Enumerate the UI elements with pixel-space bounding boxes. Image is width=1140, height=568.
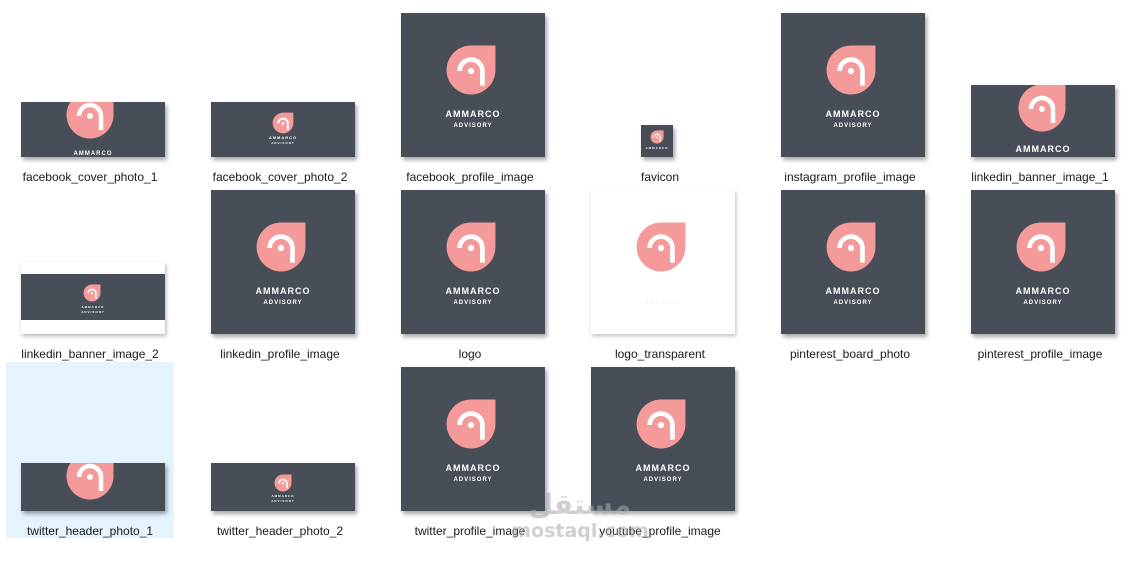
brand-tagline: ADVISORY (833, 300, 873, 306)
brand-name: AMMARCO (268, 135, 298, 140)
file-name: instagram_profile_image (784, 170, 916, 184)
file-thumbnail: ADVISORY (591, 190, 735, 334)
ammarco-logo-icon (272, 112, 294, 134)
file-name: pinterest_profile_image (977, 347, 1103, 361)
file-item[interactable]: AMMARCO favicon (576, 8, 744, 184)
file-thumbnail: AMMARCO (641, 125, 673, 157)
file-item[interactable]: AMMARCO ADVISORY linkedin_profile_image (196, 185, 364, 361)
ammarco-logo-icon (274, 474, 292, 492)
brand-name: AMMARCO (1015, 286, 1071, 296)
file-name: linkedin_profile_image (220, 347, 340, 361)
file-name: logo_transparent (614, 347, 706, 361)
file-item[interactable]: AMMARCO ADVISORY pinterest_board_photo (766, 185, 934, 361)
ammarco-logo-icon (65, 102, 115, 140)
watermark-latin: mostaql.com (511, 520, 649, 542)
file-item[interactable]: AMMARCO linkedin_banner_image_1 (956, 8, 1124, 184)
file-name: facebook_cover_photo_2 (212, 170, 348, 184)
ammarco-logo-icon (83, 284, 101, 302)
file-thumbnail: AMMARCO (971, 85, 1115, 157)
file-thumbnail (21, 463, 165, 511)
ammarco-logo-icon (825, 221, 877, 273)
file-item[interactable]: AMMARCO ADVISORY facebook_cover_photo_2 (196, 8, 364, 184)
brand-name: AMMARCO (445, 109, 501, 119)
file-item-selected[interactable]: twitter_header_photo_1 (6, 362, 174, 538)
ammarco-logo-icon (445, 221, 497, 273)
file-item[interactable]: AMMARCO ADVISORY twitter_header_photo_2 (196, 362, 364, 538)
brand-tagline: ADVISORY (646, 300, 680, 306)
watermark-arabic: مستقل (528, 488, 632, 521)
file-thumbnail: AMMARCO ADVISORY (211, 463, 355, 511)
brand-tagline: ADVISORY (263, 300, 303, 306)
brand-tagline: ADVISORY (271, 141, 295, 145)
file-thumbnail: AMMARCO ADVISORY (401, 190, 545, 334)
file-name: facebook_cover_photo_1 (22, 170, 158, 184)
file-thumbnail: AMMARCO (21, 102, 165, 157)
file-item[interactable]: AMMARCO ADVISORY pinterest_profile_image (956, 185, 1124, 361)
brand-tagline: ADVISORY (1023, 300, 1063, 306)
brand-name: AMMARCO (81, 305, 105, 309)
file-thumbnail: AMMARCO ADVISORY (781, 13, 925, 157)
brand-name: AMMARCO (825, 109, 881, 119)
file-name: favicon (640, 170, 680, 184)
file-name: linkedin_banner_image_1 (971, 170, 1109, 184)
ammarco-logo-icon (445, 44, 497, 96)
ammarco-logo-icon (825, 44, 877, 96)
file-item[interactable]: AMMARCO ADVISORY linkedin_banner_image_2 (6, 185, 174, 361)
ammarco-logo-icon (255, 221, 307, 273)
file-name: logo (458, 347, 482, 361)
brand-name: AMMARCO (271, 494, 295, 498)
file-item[interactable]: AMMARCO facebook_cover_photo_1 (6, 8, 174, 184)
file-thumbnail: AMMARCO ADVISORY (211, 190, 355, 334)
file-item[interactable]: AMMARCO ADVISORY logo (386, 185, 554, 361)
ammarco-logo-icon (1017, 85, 1067, 133)
brand-name: AMMARCO (73, 151, 113, 157)
brand-tagline: ADVISORY (81, 310, 105, 314)
ammarco-logo-icon (650, 130, 664, 144)
file-thumbnail: AMMARCO ADVISORY (21, 262, 165, 334)
brand-tagline: ADVISORY (833, 123, 873, 129)
brand-tagline: ADVISORY (271, 499, 295, 503)
ammarco-logo-icon (65, 463, 115, 501)
file-name: pinterest_board_photo (789, 347, 911, 361)
brand-name: AMMARCO (445, 286, 501, 296)
file-thumbnail: AMMARCO ADVISORY (971, 190, 1115, 334)
ammarco-logo-icon (635, 221, 687, 273)
file-item[interactable]: AMMARCO ADVISORY facebook_profile_image (386, 8, 554, 184)
ammarco-logo-icon (1015, 221, 1067, 273)
brand-tagline: ADVISORY (453, 123, 493, 129)
file-name: linkedin_banner_image_2 (21, 347, 159, 361)
file-thumbnail: AMMARCO ADVISORY (781, 190, 925, 334)
file-name: twitter_header_photo_2 (216, 524, 344, 538)
file-name: twitter_header_photo_1 (26, 524, 154, 538)
brand-name: AMMARCO (445, 463, 501, 473)
file-thumbnail: AMMARCO ADVISORY (211, 102, 355, 157)
file-item[interactable]: AMMARCO ADVISORY instagram_profile_image (766, 8, 934, 184)
file-name: facebook_profile_image (406, 170, 534, 184)
brand-tagline: ADVISORY (453, 300, 493, 306)
brand-name: AMMARCO (825, 286, 881, 296)
brand-name: AMMARCO (635, 463, 691, 473)
ammarco-logo-icon (635, 398, 687, 450)
banner-band: AMMARCO ADVISORY (21, 274, 165, 320)
brand-tagline: ADVISORY (643, 477, 683, 483)
brand-name: AMMARCO (1015, 144, 1071, 154)
file-thumbnail: AMMARCO ADVISORY (401, 13, 545, 157)
file-item[interactable]: ADVISORY logo_transparent (576, 185, 744, 361)
brand-tagline: ADVISORY (453, 477, 493, 483)
brand-name: AMMARCO (645, 146, 669, 150)
ammarco-logo-icon (445, 398, 497, 450)
brand-name: AMMARCO (255, 286, 311, 296)
watermark: مستقل mostaql.com (500, 488, 660, 543)
